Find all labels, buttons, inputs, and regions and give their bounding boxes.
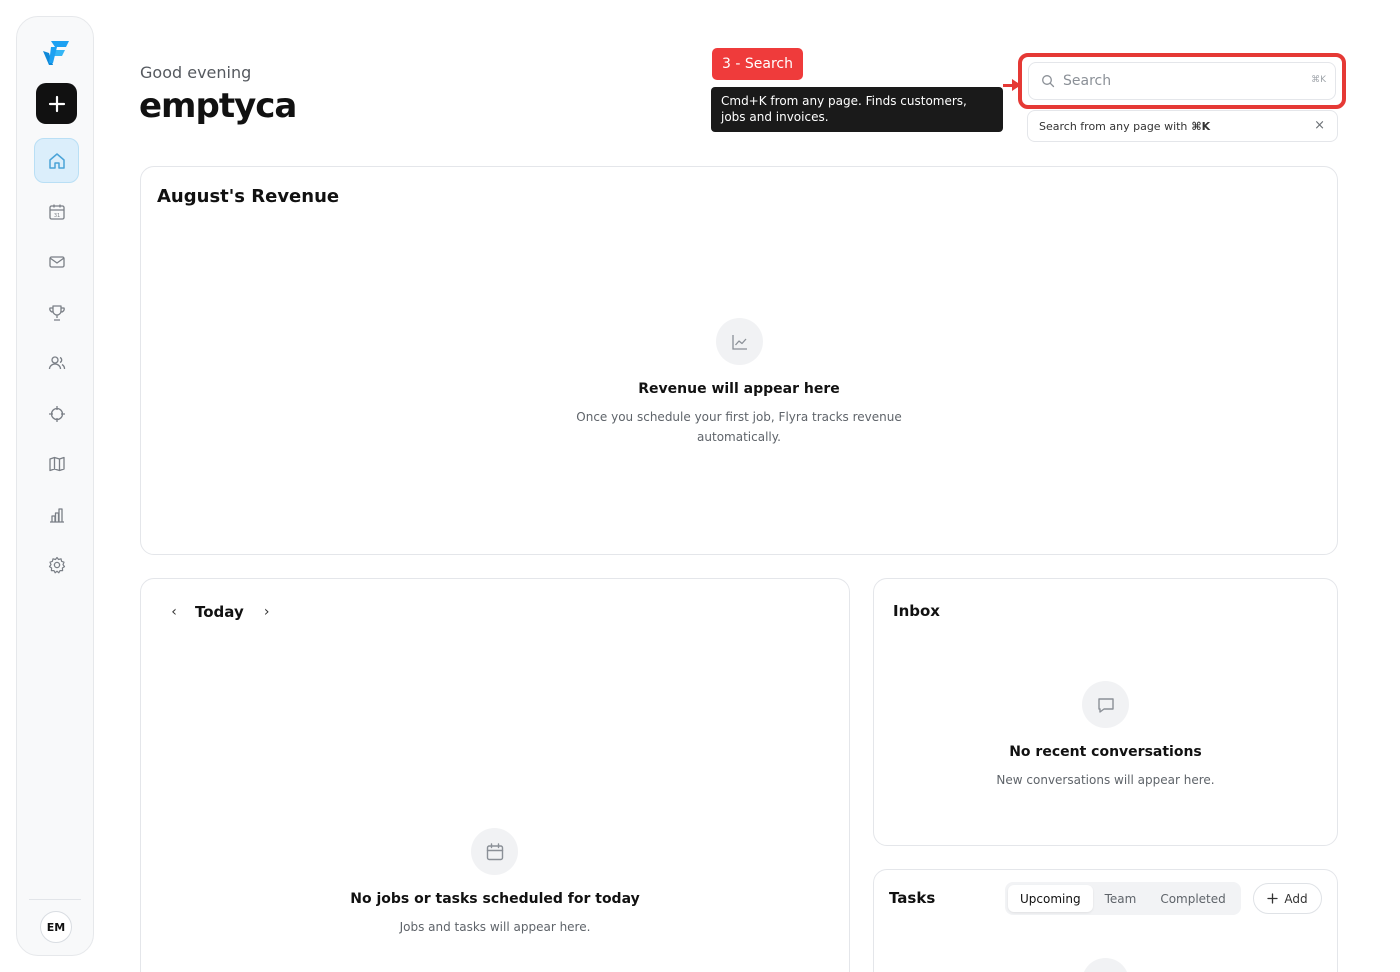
search-hint-shortcut: ⌘K [1191,119,1211,133]
page-title: emptyca [139,86,297,126]
search-bar[interactable]: ⌘K [1028,62,1336,100]
search-shortcut: ⌘K [1311,75,1326,85]
sidebar-item-targets[interactable] [34,391,79,436]
tasks-tabs: Upcoming Team Completed [1005,882,1241,915]
sidebar-divider [29,899,81,900]
sidebar-item-calendar[interactable]: 31 [34,189,79,234]
home-icon [48,152,65,169]
svg-text:31: 31 [53,213,59,219]
revenue-title: August's Revenue [157,186,340,207]
schedule-card: ‹ Today › No jobs or tasks scheduled for… [140,578,850,972]
sidebar-item-reports[interactable] [34,492,79,537]
line-chart-icon [716,318,763,365]
sidebar-item-settings[interactable] [34,542,79,587]
search-input[interactable] [1063,73,1293,89]
avatar[interactable]: EM [40,911,72,943]
sidebar: 31 EM [16,16,94,956]
revenue-empty-subtitle: Once you schedule your first job, Flyra … [576,410,902,444]
chevron-left-icon[interactable]: ‹ [167,604,181,620]
gear-icon [48,556,65,573]
calendar-icon: 31 [48,204,65,220]
new-button[interactable] [36,83,77,124]
close-icon[interactable]: × [1314,118,1325,133]
add-task-button[interactable]: Add [1253,883,1322,914]
bar-chart-icon [49,507,64,523]
map-icon [48,456,65,471]
tasks-card: Tasks Upcoming Team Completed Add [873,869,1338,972]
tour-step-badge: 3 - Search [712,48,803,80]
schedule-empty-subtitle: Jobs and tasks will appear here. [399,920,591,934]
inbox-title: Inbox [893,602,940,620]
sidebar-item-home[interactable] [34,138,79,183]
day-navigator: ‹ Today › [167,603,274,621]
tour-tooltip: Cmd+K from any page. Finds customers, jo… [711,87,1003,132]
tab-completed[interactable]: Completed [1148,885,1237,912]
flyra-logo[interactable] [41,37,71,67]
sidebar-item-achievements[interactable] [34,290,79,335]
search-hint-text: Search from any page with [1039,119,1188,133]
plus-icon [1267,893,1279,904]
add-task-label: Add [1284,891,1308,906]
tab-upcoming[interactable]: Upcoming [1008,885,1093,912]
tasks-title: Tasks [889,889,936,907]
crosshair-icon [48,405,65,422]
message-icon [1082,681,1129,728]
plus-icon [48,95,65,112]
tab-team[interactable]: Team [1093,885,1149,912]
users-icon [48,355,65,369]
chevron-right-icon[interactable]: › [260,604,274,620]
revenue-card: August's Revenue Revenue will appear her… [140,166,1338,555]
search-hint: Search from any page with ⌘K × [1027,110,1338,142]
revenue-empty-title: Revenue will appear here [638,381,840,397]
sidebar-item-customers[interactable] [34,340,79,385]
search-icon [1042,75,1055,88]
inbox-card: Inbox No recent conversations New conver… [873,578,1338,846]
tasks-empty-icon [1082,958,1129,972]
inbox-empty-subtitle: New conversations will appear here. [996,773,1215,787]
sidebar-item-map[interactable] [34,441,79,486]
greeting: Good evening [140,63,252,82]
sidebar-item-inbox[interactable] [34,239,79,284]
mail-icon [48,255,65,268]
trophy-icon [48,304,65,321]
calendar-icon [471,828,518,875]
inbox-empty-title: No recent conversations [1009,744,1202,760]
schedule-empty-title: No jobs or tasks scheduled for today [350,891,640,907]
today-label: Today [195,603,244,621]
